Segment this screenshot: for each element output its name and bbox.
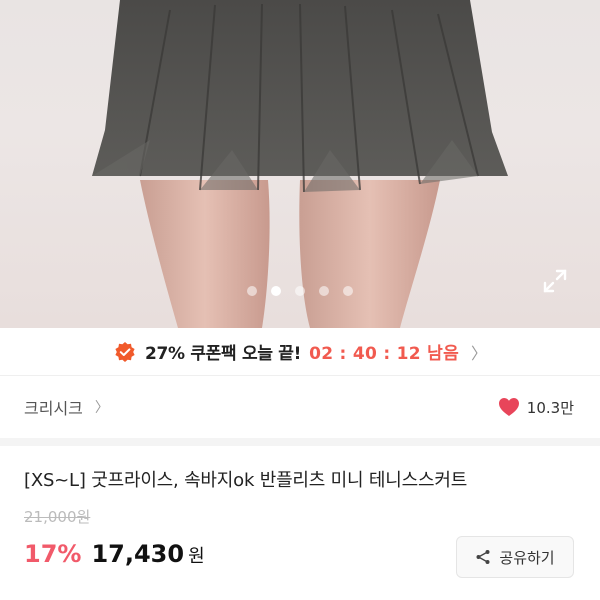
heart-icon bbox=[498, 398, 519, 416]
expand-icon bbox=[543, 269, 567, 293]
gallery-dot[interactable] bbox=[319, 286, 329, 296]
coupon-text: 27% 쿠폰팩 오늘 끝! bbox=[144, 344, 302, 364]
coupon-banner[interactable]: 27% 쿠폰팩 오늘 끝! 02 : 40 : 12 남음 〉 bbox=[0, 328, 600, 376]
coupon-timer: 02 : 40 : 12 남음 bbox=[309, 344, 460, 364]
product-image[interactable] bbox=[0, 0, 600, 328]
currency-unit: 원 bbox=[188, 546, 205, 567]
product-title: [XS~L] 굿프라이스, 속바지ok 반플리츠 미니 테니스스커트 bbox=[24, 470, 468, 491]
share-button[interactable]: 공유하기 bbox=[456, 536, 574, 578]
share-icon bbox=[476, 550, 490, 564]
chevron-right-icon: 〉 bbox=[94, 400, 109, 416]
gallery-dot[interactable] bbox=[295, 286, 305, 296]
like-count: 10.3만 bbox=[526, 398, 574, 417]
discount-rate: 17% bbox=[24, 540, 82, 568]
section-divider bbox=[0, 438, 600, 446]
share-label: 공유하기 bbox=[499, 548, 555, 567]
product-photo bbox=[92, 0, 508, 328]
gallery-dot-active[interactable] bbox=[271, 286, 281, 296]
like-button[interactable]: 10.3만 bbox=[498, 397, 574, 418]
gallery-dot[interactable] bbox=[247, 286, 257, 296]
sale-price: 17,430 bbox=[91, 540, 185, 568]
expand-image-button[interactable] bbox=[542, 268, 576, 302]
seller-link[interactable]: 크리시크 〉 bbox=[24, 395, 109, 419]
gallery-dot[interactable] bbox=[343, 286, 353, 296]
chevron-right-icon: 〉 bbox=[471, 343, 488, 363]
badge-check-icon bbox=[113, 340, 137, 364]
original-price: 21,000원 bbox=[24, 508, 91, 526]
seller-row: 크리시크 〉 10.3만 bbox=[0, 376, 600, 438]
price-row: 17% 17,430 원 bbox=[24, 540, 205, 568]
seller-name: 크리시크 bbox=[24, 399, 83, 418]
gallery-pagination[interactable] bbox=[0, 286, 600, 300]
